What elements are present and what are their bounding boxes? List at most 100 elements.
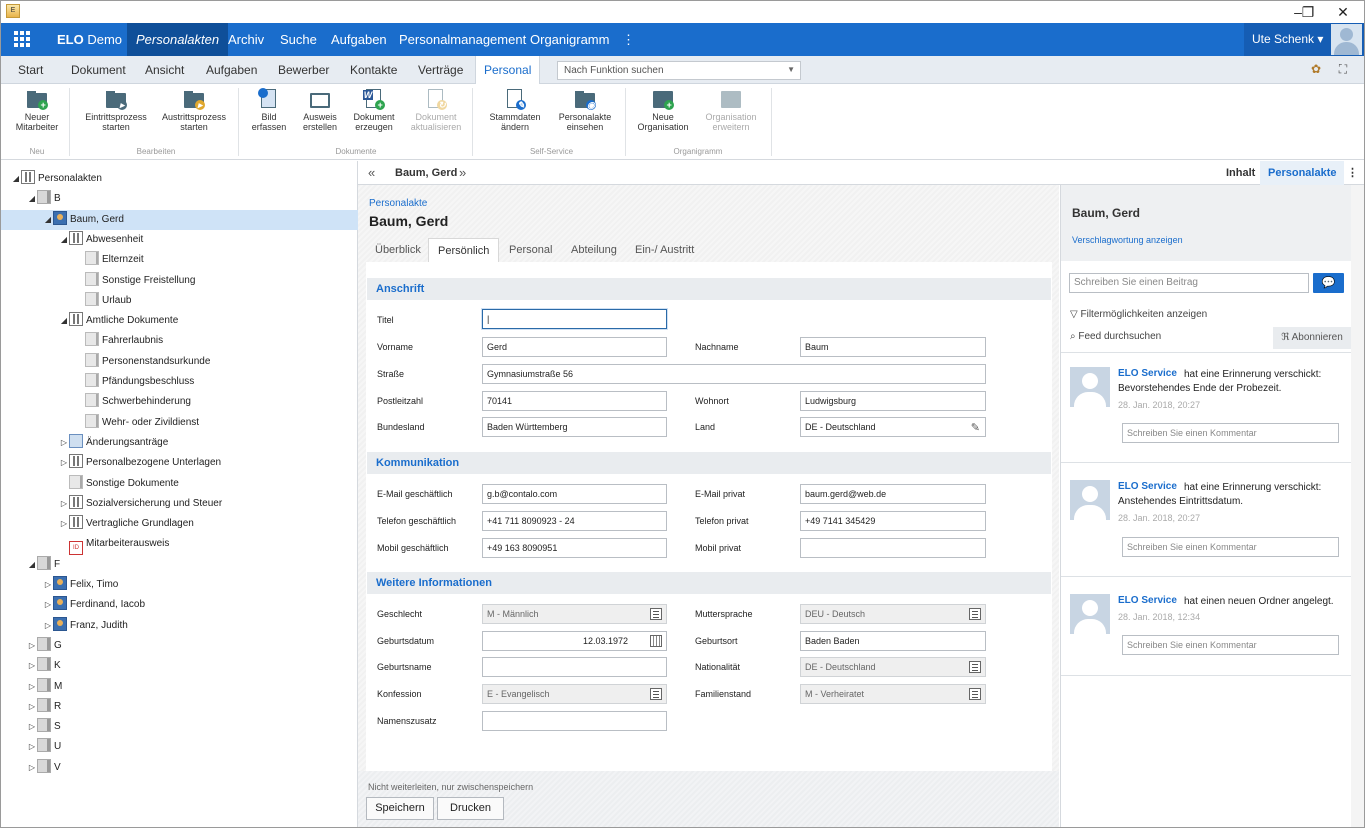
form-tab-ueberblick[interactable]: Überblick [366,238,430,262]
print-button[interactable]: Drucken [437,797,504,820]
geburtsname-input[interactable] [482,657,667,677]
tree-node[interactable]: Wehr- oder Zivildienst [75,413,199,433]
pencil-icon[interactable]: ✎ [971,419,980,436]
tree-node[interactable]: Urlaub [75,291,131,311]
ribbon-tab-aufgaben[interactable]: Aufgaben [198,56,265,84]
telefon-privat-input[interactable]: +49 7141 345429 [800,511,986,531]
ribbon-tab-dokument[interactable]: Dokument [63,56,134,84]
tree-node[interactable]: ▷ Sozialversicherung und Steuer [59,494,222,514]
tree-toggle-icon[interactable]: ◢ [59,311,69,331]
tree-node[interactable]: Fahrerlaubnis [75,331,163,351]
list-picker-icon[interactable] [650,608,662,620]
ribbon-tab-kontakte[interactable]: Kontakte [342,56,405,84]
user-menu[interactable]: Ute Schenk ▾ [1244,23,1364,56]
show-tags-link[interactable]: Verschlagwortung anzeigen [1072,235,1183,245]
plugin-icon[interactable]: ✿ [1308,61,1324,77]
nav-archiv[interactable]: Archiv [219,23,273,56]
post-input[interactable]: Schreiben Sie einen Beitrag [1069,273,1309,293]
nav-suche[interactable]: Suche [271,23,326,56]
tree-node[interactable]: ▷ Personalbezogene Unterlagen [59,453,221,473]
tree-node[interactable]: ◢ Abwesenheit [59,230,143,250]
nav-more-icon[interactable]: ⋮ [613,23,644,56]
feed-scrollbar[interactable] [1351,185,1364,827]
form-tab-persoenlich[interactable]: Persönlich [428,238,500,262]
tree-toggle-icon[interactable]: ▷ [27,758,37,778]
ribbon-tab-bewerber[interactable]: Bewerber [270,56,337,84]
tree-toggle-icon[interactable]: ▷ [27,656,37,676]
tree-toggle-icon[interactable]: ▷ [27,697,37,717]
strasse-input[interactable]: Gymnasiumstraße 56 [482,364,986,384]
tree-toggle-icon[interactable]: ▷ [43,595,53,615]
back-arrow-icon[interactable]: « [368,161,375,185]
ribbon-tab-start[interactable]: Start [10,56,51,84]
form-type-link[interactable]: Personalakte [369,198,427,209]
list-picker-icon[interactable] [969,688,981,700]
generate-document-button[interactable]: W + Dokument erzeugen [351,88,397,132]
namenszusatz-input[interactable] [482,711,667,731]
forward-arrow-icon[interactable]: » [459,161,466,185]
start-entry-process-button[interactable]: ▸ Eintrittsprozess starten [81,88,151,132]
tree-toggle-icon[interactable]: ◢ [11,169,21,189]
subscribe-button[interactable]: ℜ Abonnieren [1273,327,1351,349]
close-button[interactable]: ✕ [1329,3,1357,21]
geburtsort-input[interactable]: Baden Baden [800,631,986,651]
tree-node[interactable]: Elternzeit [75,250,144,270]
ribbon-tab-ansicht[interactable]: Ansicht [137,56,192,84]
tree-node[interactable]: ▷ Änderungsanträge [59,433,168,453]
tree-toggle-icon[interactable]: ◢ [27,189,37,209]
tree-toggle-icon[interactable]: ▷ [59,433,69,453]
create-id-card-button[interactable]: Ausweis erstellen [298,88,342,132]
tree-node[interactable]: Schwerbehinderung [75,392,191,412]
tree-node[interactable]: ◢ Baum, Gerd [1,209,358,230]
tree-toggle-icon[interactable]: ▷ [59,453,69,473]
muttersprache-select[interactable]: DEU - Deutsch [800,604,986,624]
tree-toggle-icon[interactable]: ▷ [43,575,53,595]
tree-node[interactable]: ID Mitarbeiterausweis [59,534,169,556]
tree-toggle-icon[interactable]: ▷ [27,737,37,757]
tree-toggle-icon[interactable]: ▷ [59,494,69,514]
chevron-down-icon[interactable]: ▼ [787,65,795,74]
ribbon-tab-vertraege[interactable]: Verträge [410,56,471,84]
tree-toggle-icon[interactable]: ▷ [43,616,53,636]
form-tab-abteilung[interactable]: Abteilung [562,238,626,262]
tree-toggle-icon[interactable]: ▷ [59,514,69,534]
new-organization-button[interactable]: + Neue Organisation [634,88,692,132]
list-picker-icon[interactable] [650,688,662,700]
comment-input[interactable]: Schreiben Sie einen Kommentar [1122,423,1339,443]
form-tab-ein-austritt[interactable]: Ein-/ Austritt [626,238,703,262]
telefon-geschaeftlich-input[interactable]: +41 711 8090923 - 24 [482,511,667,531]
vorname-input[interactable]: Gerd [482,337,667,357]
tree-node[interactable]: ◢ Personalakten [11,169,102,189]
tree-node[interactable]: ▷ R [27,697,61,717]
tree-node[interactable]: ▷ S [27,717,61,737]
tree-node[interactable]: ▷ K [27,656,61,676]
feed-search-link[interactable]: ⌕ Feed durchsuchen [1070,331,1161,342]
calendar-icon[interactable] [650,635,662,647]
view-personnel-file-button[interactable]: ◉ Personalakte einsehen [552,88,618,132]
postleitzahl-input[interactable]: 70141 [482,391,667,411]
ribbon-tab-personal[interactable]: Personal [475,56,541,85]
change-master-data-button[interactable]: ✎ Stammdaten ändern [485,88,545,132]
tree-toggle-icon[interactable]: ▷ [27,636,37,656]
tree-node[interactable]: Sonstige Dokumente [59,474,179,494]
tree-node[interactable]: ◢ F [27,555,60,575]
tab-inhalt[interactable]: Inhalt [1218,161,1263,185]
nav-aufgaben[interactable]: Aufgaben [322,23,396,56]
form-tab-personal[interactable]: Personal [500,238,561,262]
restore-button[interactable]: ❐ [1294,3,1322,21]
save-button[interactable]: Speichern [366,797,434,820]
wohnort-input[interactable]: Ludwigsburg [800,391,986,411]
comment-input[interactable]: Schreiben Sie einen Kommentar [1122,635,1339,655]
konfession-select[interactable]: E - Evangelisch [482,684,667,704]
tree-node[interactable]: Pfändungsbeschluss [75,372,194,392]
tree-node[interactable]: ◢ B [27,189,61,209]
nationalitaet-select[interactable]: DE - Deutschland [800,657,986,677]
new-employee-button[interactable]: + Neuer Mitarbeiter [15,88,59,132]
nav-personalmanagement[interactable]: Personalmanagement [390,23,535,56]
tree-node[interactable]: ▷ V [27,758,61,778]
list-picker-icon[interactable] [969,608,981,620]
function-search-input[interactable]: Nach Funktion suchen ▼ [557,61,801,80]
titel-input[interactable]: | [482,309,667,329]
tree-node[interactable]: ▷ G [27,636,62,656]
fullscreen-icon[interactable]: ⛶ [1335,61,1351,77]
